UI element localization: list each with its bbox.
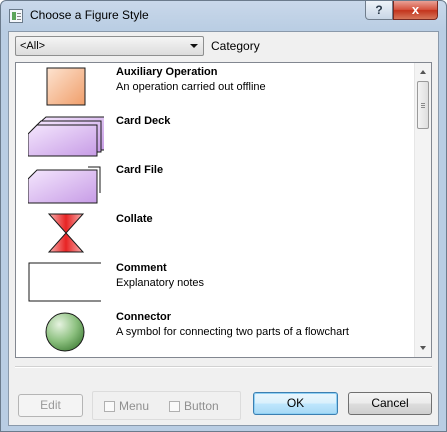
ok-button[interactable]: OK	[253, 392, 338, 415]
button-checkbox[interactable]	[169, 401, 180, 412]
figure-name: Card Deck	[116, 115, 171, 127]
auxiliary-operation-icon	[46, 67, 86, 106]
card-file-icon	[28, 166, 101, 204]
chevron-down-icon	[190, 44, 198, 48]
list-item-collate[interactable]: Collate	[16, 210, 414, 259]
figure-name: Connector	[116, 311, 171, 323]
comment-icon	[28, 262, 101, 302]
close-icon: x	[411, 2, 420, 17]
figure-name: Auxiliary Operation	[116, 66, 218, 78]
cancel-button[interactable]: Cancel	[348, 392, 432, 415]
help-button[interactable]: ?	[365, 1, 393, 20]
dialog-window: Choose a Figure Style ? x <All> Category…	[0, 0, 447, 432]
menu-checkbox[interactable]	[104, 401, 115, 412]
window-title: Choose a Figure Style	[30, 8, 149, 22]
scroll-up-arrow-icon[interactable]	[420, 70, 426, 74]
grip-line	[421, 107, 425, 108]
figure-name: Collate	[116, 213, 153, 225]
menu-checkbox-label: Menu	[119, 399, 150, 413]
title-bar[interactable]: Choose a Figure Style ? x	[1, 1, 446, 31]
figure-description: An operation carried out offline	[116, 81, 266, 93]
collate-icon	[47, 213, 85, 253]
category-label: Category	[211, 39, 260, 53]
scroll-thumb[interactable]	[417, 81, 429, 129]
list-item-card-deck[interactable]: Card Deck	[16, 112, 414, 161]
grip-line	[421, 105, 425, 106]
list-item-comment[interactable]: Comment Explanatory notes	[16, 259, 414, 308]
figure-style-list[interactable]: Auxiliary Operation An operation carried…	[15, 62, 432, 358]
card-deck-icon	[28, 116, 104, 157]
edit-button[interactable]: Edit	[18, 394, 83, 417]
scroll-down-arrow-icon[interactable]	[420, 346, 426, 350]
list-item-connector[interactable]: Connector A symbol for connecting two pa…	[16, 308, 414, 357]
close-button[interactable]: x	[393, 1, 438, 20]
figure-name: Card File	[116, 164, 164, 176]
list-item-auxiliary-operation[interactable]: Auxiliary Operation An operation carried…	[16, 63, 414, 112]
vertical-scrollbar[interactable]	[414, 63, 431, 357]
category-dropdown[interactable]: <All>	[15, 36, 204, 56]
figure-description: A symbol for connecting two parts of a f…	[116, 326, 349, 338]
category-dropdown-value: <All>	[20, 40, 46, 52]
figure-name: Comment	[116, 262, 167, 274]
button-checkbox-label: Button	[184, 399, 219, 413]
list-item-card-file[interactable]: Card File	[16, 161, 414, 210]
dialog-client-area: <All> Category Auxiliary Operation An op…	[8, 31, 439, 426]
grip-line	[421, 103, 425, 104]
divider	[15, 366, 432, 368]
connector-icon	[45, 312, 85, 352]
figure-description: Explanatory notes	[116, 277, 205, 289]
display-options-group: Menu Button	[92, 391, 241, 420]
app-icon	[9, 9, 23, 23]
